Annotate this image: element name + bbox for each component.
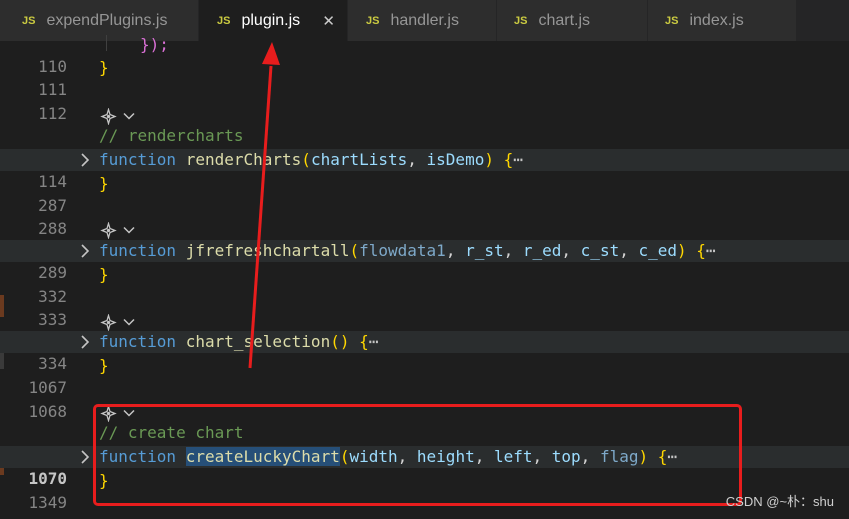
annotation-arrow	[248, 42, 280, 369]
watermark: CSDN @~朴：shu	[725, 494, 834, 509]
